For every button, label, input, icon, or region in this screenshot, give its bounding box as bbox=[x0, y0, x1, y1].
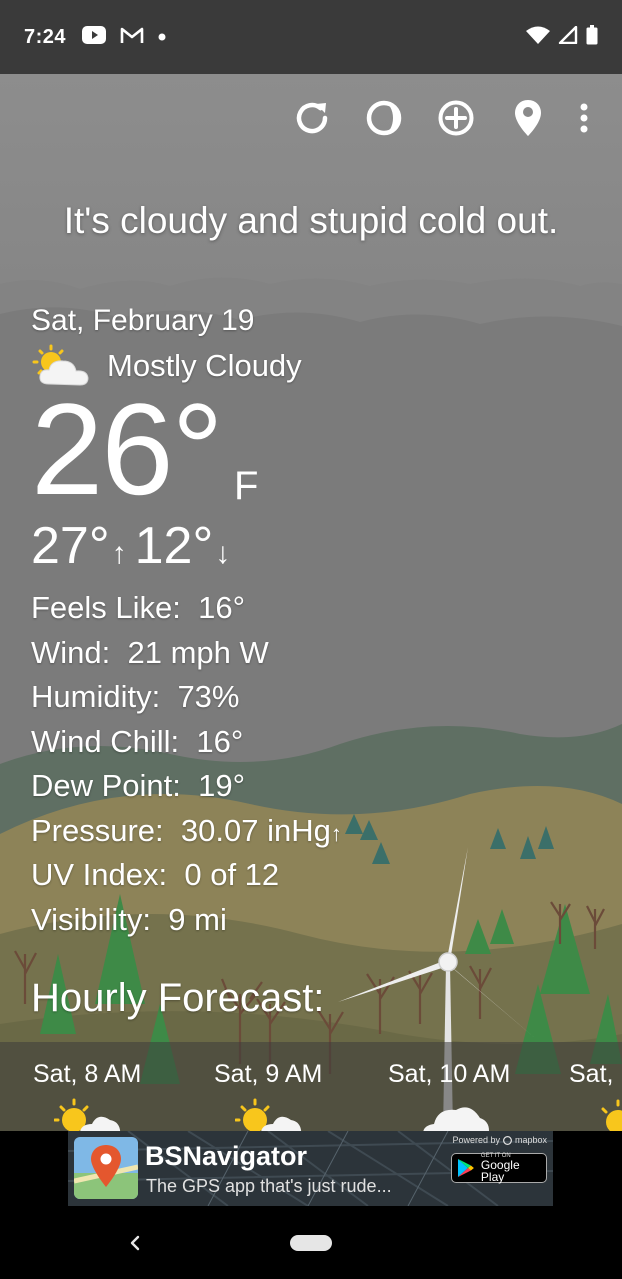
low-temperature: 12° bbox=[134, 517, 214, 575]
hour-label: Sat, bbox=[569, 1060, 614, 1088]
more-vert-icon bbox=[580, 103, 588, 133]
ad-banner[interactable]: BSNavigator The GPS app that's just rude… bbox=[0, 1131, 622, 1209]
gmail-icon bbox=[120, 26, 144, 49]
location-pin-icon bbox=[515, 100, 541, 136]
current-date: Sat, February 19 bbox=[31, 304, 255, 337]
bsnavigator-logo bbox=[74, 1137, 138, 1199]
pressure-rising-icon: ↑ bbox=[330, 820, 342, 846]
wifi-icon bbox=[526, 26, 550, 49]
detail-humidity: Humidity: 73% bbox=[31, 679, 240, 714]
arrow-up-icon: ↑ bbox=[111, 537, 127, 570]
detail-dew-point: Dew Point: 19° bbox=[31, 768, 246, 803]
notification-dot-icon bbox=[158, 28, 166, 46]
partly-sunny-icon bbox=[54, 1098, 121, 1131]
weather-app: It's cloudy and stupid cold out. Sat, Fe… bbox=[0, 74, 622, 1131]
hourly-forecast-strip[interactable]: Sat, 8 AM Sat, 9 AM Sat, 10 AM Sat, bbox=[0, 1042, 622, 1131]
arrow-down-icon: ↓ bbox=[215, 537, 231, 570]
theme-button[interactable] bbox=[348, 96, 420, 140]
partly-sunny-icon bbox=[235, 1098, 302, 1131]
detail-uv-index: UV Index: 0 of 12 bbox=[31, 857, 280, 892]
detail-wind: Wind: 21 mph W bbox=[31, 634, 269, 670]
ad-subtitle: The GPS app that's just rude... bbox=[146, 1176, 392, 1196]
half-moon-icon bbox=[366, 100, 402, 136]
location-button[interactable] bbox=[492, 96, 564, 140]
toolbar bbox=[276, 96, 604, 140]
current-temperature: 26° bbox=[31, 376, 224, 522]
navigation-bar bbox=[0, 1209, 622, 1279]
mapbox-icon bbox=[502, 1135, 512, 1145]
battery-icon bbox=[586, 24, 598, 50]
high-low: 27° ↑ 12° ↓ bbox=[31, 518, 591, 574]
detail-pressure: Pressure: 30.07 inHg↑ bbox=[31, 812, 342, 848]
detail-visibility: Visibility: 9 mi bbox=[31, 901, 227, 937]
back-icon[interactable] bbox=[125, 1229, 145, 1257]
hour-label: Sat, 9 AM bbox=[214, 1060, 323, 1088]
google-play-badge[interactable]: GET IT ON Google Play bbox=[451, 1153, 547, 1183]
current-conditions: Sat, February 19 Mostly Cloudy 26° F 27°… bbox=[31, 304, 591, 942]
cell-signal-icon bbox=[558, 25, 578, 49]
detail-wind-chill: Wind Chill: 16° bbox=[31, 723, 244, 759]
temperature-unit: F bbox=[234, 464, 259, 508]
play-store-icon bbox=[457, 1159, 474, 1177]
more-options-button[interactable] bbox=[564, 96, 604, 140]
refresh-button[interactable] bbox=[276, 96, 348, 140]
status-time: 7:24 bbox=[24, 25, 67, 48]
refresh-icon bbox=[296, 102, 328, 134]
home-button[interactable] bbox=[290, 1235, 332, 1251]
high-temperature: 27° bbox=[31, 517, 110, 575]
headline: It's cloudy and stupid cold out. bbox=[63, 200, 559, 241]
ad-content[interactable]: BSNavigator The GPS app that's just rude… bbox=[68, 1131, 553, 1206]
hourly-forecast-title: Hourly Forecast: bbox=[31, 976, 325, 1020]
details-list: Feels Like: 16° Wind: 21 mph W Humidity:… bbox=[31, 586, 591, 942]
hour-label: Sat, 8 AM bbox=[33, 1060, 142, 1088]
cloud-icon bbox=[423, 1107, 489, 1131]
youtube-icon bbox=[82, 25, 107, 49]
sun-icon bbox=[601, 1099, 622, 1131]
hour-label: Sat, 10 AM bbox=[388, 1060, 511, 1088]
detail-feels-like: Feels Like: 16° bbox=[31, 590, 246, 625]
status-bar: 7:24 bbox=[0, 0, 622, 74]
ad-title: BSNavigator bbox=[145, 1141, 308, 1171]
add-circle-icon bbox=[438, 100, 474, 136]
powered-by: Powered by mapbox bbox=[452, 1135, 547, 1145]
add-location-button[interactable] bbox=[420, 96, 492, 140]
